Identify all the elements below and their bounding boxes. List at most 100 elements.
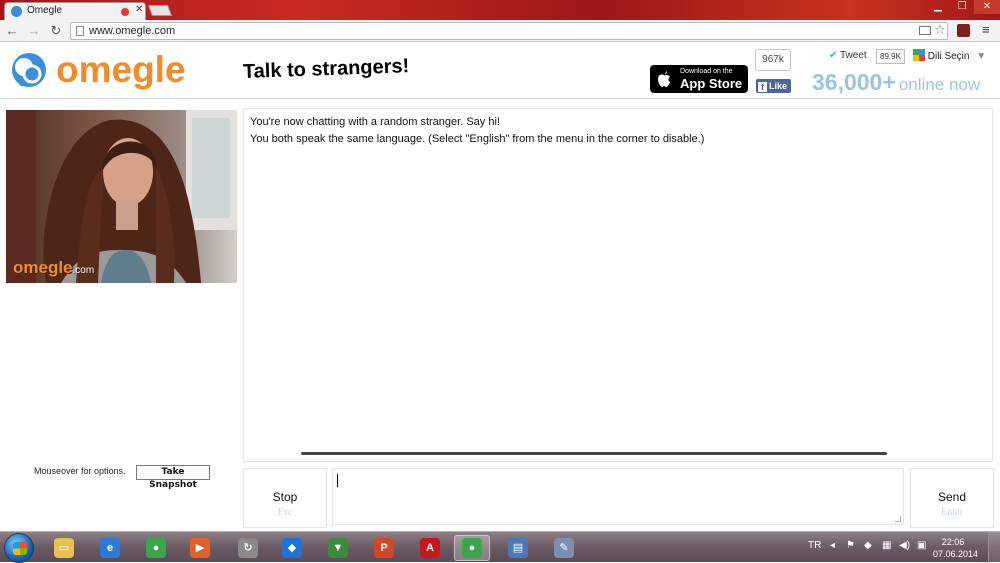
taskbar-app-internet-explorer[interactable]: e: [92, 535, 128, 561]
taskbar-app-explorer[interactable]: ▭: [46, 535, 82, 561]
google-translate-icon: [913, 49, 925, 61]
show-desktop-button[interactable]: [988, 532, 1000, 563]
address-bar[interactable]: www.omegle.com ☆: [70, 22, 948, 40]
cast-icon[interactable]: [919, 26, 931, 35]
online-count: 36,000+: [812, 69, 896, 95]
resize-grip-icon[interactable]: [895, 516, 901, 522]
status-message: You both speak the same language. (Selec…: [250, 133, 705, 145]
omegle-logo[interactable]: omegle: [10, 49, 190, 96]
chrome-menu-icon[interactable]: ≡: [982, 22, 990, 37]
like-label: Like: [769, 81, 788, 91]
browser-titlebar: Omegle ✕ ▁ ❐ ✕: [0, 0, 1000, 20]
watermark-suffix: .com: [72, 265, 95, 276]
stop-label: Stop: [272, 490, 298, 504]
stop-button[interactable]: Stop Esc: [243, 468, 327, 528]
downloader-icon: ▼: [328, 538, 348, 558]
online-label: online now: [898, 75, 981, 94]
apple-icon: [658, 71, 670, 87]
chrome-icon: ●: [146, 538, 166, 558]
recording-indicator-icon: [121, 8, 129, 16]
bookmark-star-icon[interactable]: ☆: [934, 22, 946, 38]
new-tab-button[interactable]: [147, 5, 173, 16]
tweet-count: 89.9K: [876, 49, 905, 64]
taskbar-app-network-app[interactable]: ▤: [500, 535, 536, 561]
windows-logo-icon: [13, 542, 27, 555]
facebook-like-button[interactable]: f Like: [756, 79, 791, 93]
taskbar-app-paint[interactable]: ✎: [546, 535, 582, 561]
taskbar-app-powerpoint[interactable]: P: [366, 535, 402, 561]
url-text[interactable]: www.omegle.com: [89, 25, 175, 37]
tweet-label: Tweet: [840, 50, 867, 61]
site-header: omegle Talk to strangers! Download on th…: [0, 43, 1000, 99]
watermark-text: omegle: [13, 258, 73, 277]
video-watermark: omegle.com: [13, 258, 94, 278]
dropbox-icon: ◆: [282, 538, 302, 558]
take-snapshot-button[interactable]: Take Snapshot: [136, 465, 210, 490]
taskbar-clock[interactable]: 22:06 07.06.2014: [933, 536, 979, 560]
message-input[interactable]: [332, 468, 904, 525]
send-button[interactable]: Send Enter: [910, 468, 994, 528]
tray-network-icon[interactable]: ▦: [882, 540, 891, 551]
online-counter: 36,000+ online now: [812, 69, 980, 96]
back-button[interactable]: ←: [4, 23, 20, 39]
tweet-button[interactable]: ✔ Tweet: [829, 50, 867, 64]
stop-shortcut: Esc: [277, 507, 293, 518]
taskbar-app-chrome-active[interactable]: ●: [454, 535, 490, 561]
tab-title: Omegle: [27, 5, 63, 16]
app-store-badge[interactable]: Download on the App Store: [650, 65, 748, 93]
mouseover-hint: Mouseover for options.: [34, 466, 126, 476]
tray-expand-icon[interactable]: ◂: [830, 540, 835, 551]
chrome-active-icon: ●: [462, 538, 482, 558]
logo-text: omegle: [56, 49, 186, 90]
tab-omegle[interactable]: Omegle ✕: [4, 2, 146, 20]
clock-date: 07.06.2014: [933, 549, 979, 559]
acrobat-icon: A: [420, 538, 440, 558]
tagline: Talk to strangers!: [242, 55, 410, 83]
reload-button[interactable]: ↻: [48, 23, 64, 39]
close-window-button[interactable]: ✕: [974, 0, 1000, 14]
chat-log[interactable]: You're now chatting with a random strang…: [243, 108, 993, 462]
explorer-icon: ▭: [54, 538, 74, 558]
omegle-favicon-icon: [11, 6, 22, 17]
taskbar-app-dropbox[interactable]: ◆: [274, 535, 310, 561]
taskbar-app-acrobat[interactable]: A: [412, 535, 448, 561]
browser-toolbar: ← → ↻ www.omegle.com ☆ ≡: [0, 20, 1000, 42]
forward-button[interactable]: →: [26, 23, 42, 39]
tray-language[interactable]: TR: [808, 540, 821, 551]
chevron-down-icon: ▼: [976, 51, 987, 62]
tab-close-icon[interactable]: ✕: [135, 4, 143, 15]
text-caret: [337, 474, 338, 487]
media-player-icon: ▶: [190, 538, 210, 558]
extension-icon[interactable]: [957, 24, 970, 37]
windows-taskbar: ▭ e ● ▶ ↻ ◆ ▼ P A ● ▤ ✎ TR ◂ ⚑ ◆ ▦ ◀) ▣ 22:06 07.06…: [0, 531, 1000, 563]
minimize-button[interactable]: ▁: [926, 0, 950, 14]
maximize-button[interactable]: ❐: [950, 0, 974, 14]
taskbar-app-sync-app[interactable]: ↻: [230, 535, 266, 561]
stranger-video[interactable]: omegle.com: [6, 110, 237, 283]
taskbar-app-downloader[interactable]: ▼: [320, 535, 356, 561]
status-message: You're now chatting with a random strang…: [250, 116, 500, 128]
taskbar-app-media-player[interactable]: ▶: [182, 535, 218, 561]
paint-icon: ✎: [554, 538, 574, 558]
network-app-icon: ▤: [508, 538, 528, 558]
language-label: Dili Seçin: [927, 51, 970, 62]
page-icon: [76, 26, 84, 36]
send-shortcut: Enter: [941, 507, 963, 518]
language-selector[interactable]: Dili Seçin ▼: [913, 49, 986, 65]
tray-volume-icon[interactable]: ◀): [899, 540, 910, 551]
tray-dropbox-icon[interactable]: ◆: [864, 540, 872, 551]
clock-time: 22:06: [941, 537, 965, 547]
app-store-big-text: App Store: [680, 76, 743, 91]
twitter-bird-icon: ✔: [829, 50, 838, 61]
facebook-like-count: 967k: [755, 49, 791, 71]
sync-app-icon: ↻: [238, 538, 258, 558]
tray-flag-icon[interactable]: ⚑: [846, 540, 855, 551]
send-label: Send: [937, 490, 967, 504]
powerpoint-icon: P: [374, 538, 394, 558]
taskbar-app-chrome[interactable]: ●: [138, 535, 174, 561]
internet-explorer-icon: e: [100, 538, 120, 558]
start-button[interactable]: [4, 533, 34, 563]
tray-app-icon[interactable]: ▣: [917, 540, 926, 551]
app-store-small-text: Download on the: [680, 68, 733, 75]
chat-scrollbar[interactable]: [301, 452, 887, 455]
